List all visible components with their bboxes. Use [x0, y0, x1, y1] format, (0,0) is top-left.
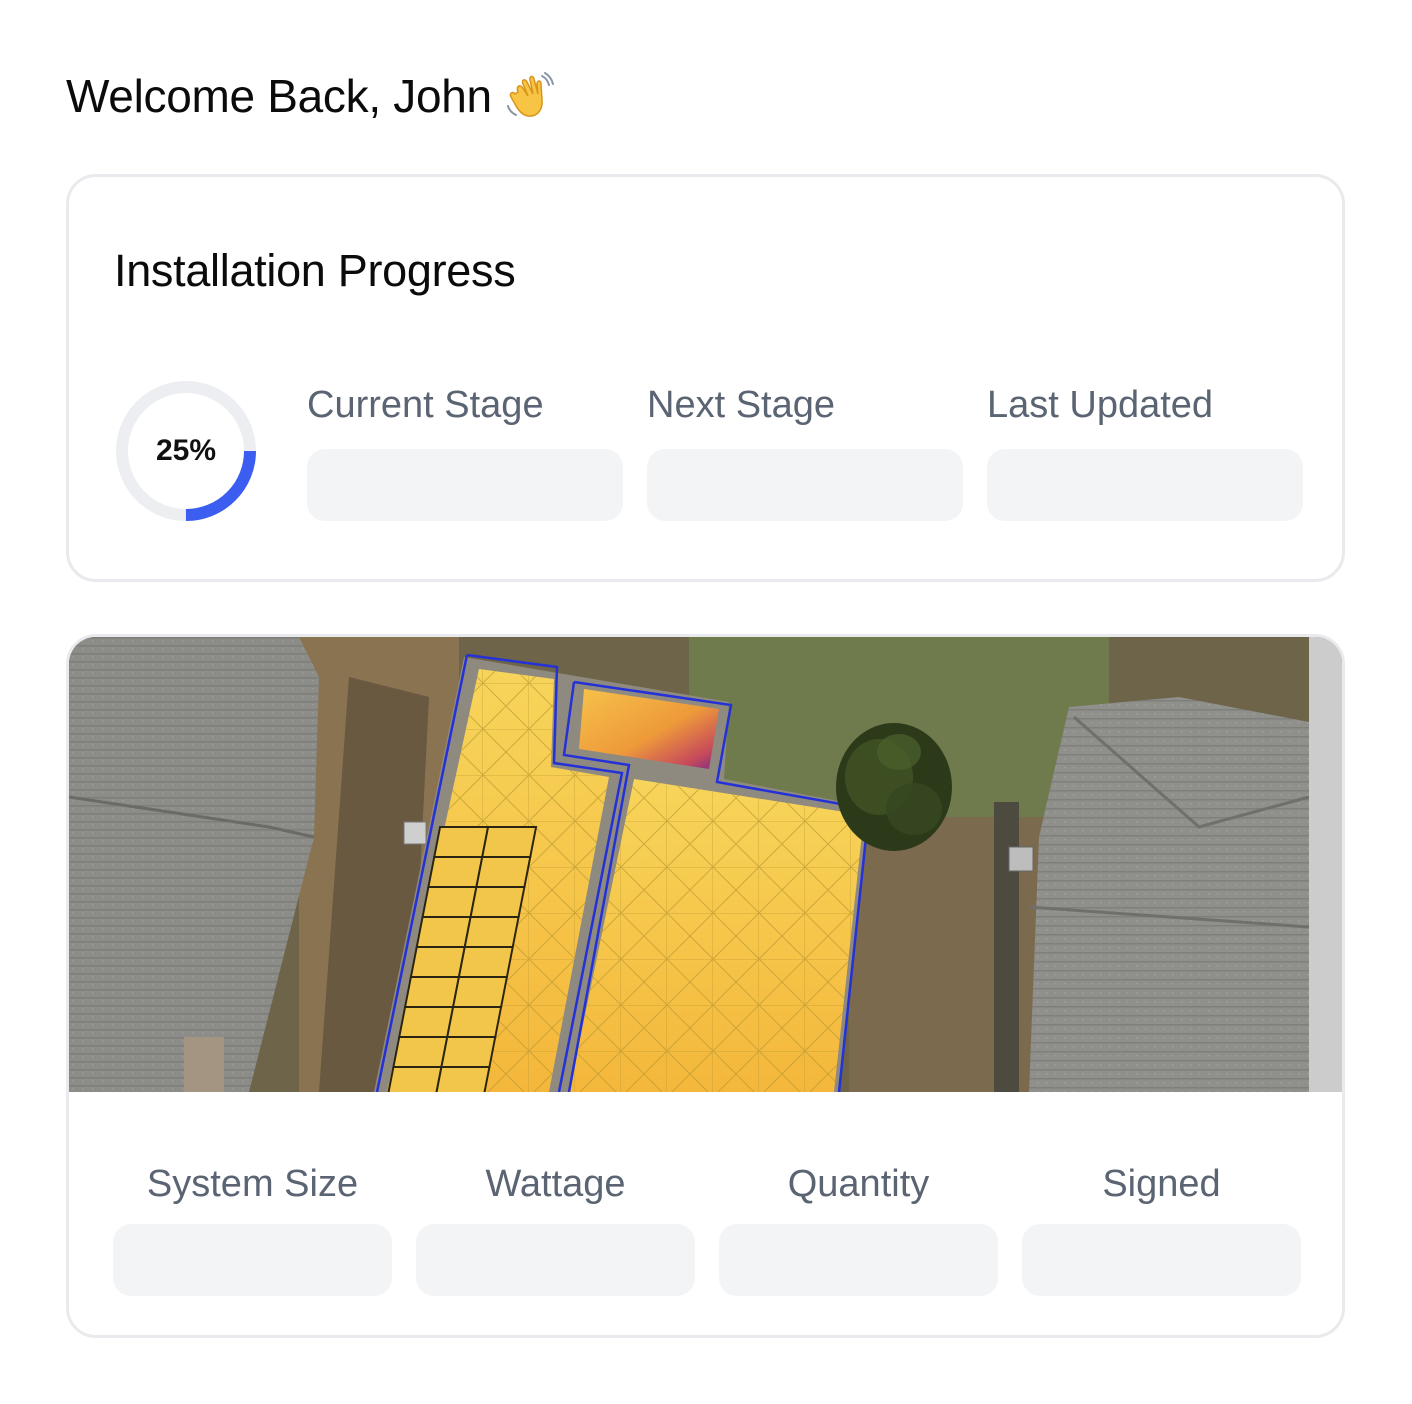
next-stage-stat: Next Stage: [647, 381, 963, 521]
solar-panel: [392, 1036, 449, 1068]
solar-panel: [469, 886, 526, 918]
system-size-stat: System Size: [113, 1160, 392, 1296]
last-updated-value: [987, 449, 1303, 521]
solar-system-card: System Size Wattage Quantity Signed: [66, 634, 1345, 1338]
solar-panel: [386, 1066, 443, 1092]
solar-panel: [409, 946, 466, 978]
current-stage-stat: Current Stage: [307, 381, 623, 521]
solar-panel: [481, 826, 538, 858]
solar-panel: [440, 1036, 497, 1068]
welcome-text: Welcome Back, John: [66, 70, 492, 122]
roof-satellite-map: [69, 637, 1342, 1092]
wattage-label: Wattage: [485, 1163, 626, 1205]
solar-panel: [434, 1066, 491, 1092]
signed-stat: Signed: [1022, 1160, 1301, 1296]
wattage-stat: Wattage: [416, 1160, 695, 1296]
quantity-label: Quantity: [787, 1163, 930, 1205]
progress-percent: 25%: [155, 434, 217, 467]
solar-panel: [463, 916, 520, 948]
waving-hand-icon: [506, 72, 554, 117]
system-size-label: System Size: [146, 1163, 359, 1205]
solar-panel: [446, 1006, 503, 1038]
welcome-heading: Welcome Back, John: [66, 66, 556, 126]
system-size-value: [113, 1224, 392, 1296]
current-stage-label: Current Stage: [307, 384, 544, 426]
signed-label: Signed: [1102, 1163, 1221, 1205]
solar-panel: [475, 856, 532, 888]
solar-panel: [457, 946, 514, 978]
quantity-value: [719, 1224, 998, 1296]
card-title: Installation Progress: [114, 245, 516, 296]
quantity-stat: Quantity: [719, 1160, 998, 1296]
signed-value: [1022, 1224, 1301, 1296]
wattage-value: [416, 1224, 695, 1296]
solar-panel: [421, 886, 478, 918]
next-stage-value: [647, 449, 963, 521]
next-stage-label: Next Stage: [647, 384, 835, 426]
solar-panel: [403, 976, 461, 1008]
solar-panel: [427, 856, 484, 888]
solar-panel: [433, 826, 490, 858]
last-updated-stat: Last Updated: [987, 381, 1303, 521]
installation-progress-card: Installation Progress 25% Current Stage …: [66, 174, 1345, 582]
solar-panel: [451, 976, 509, 1008]
current-stage-value: [307, 449, 623, 521]
solar-panel: [415, 916, 472, 948]
solar-panel: [398, 1006, 455, 1038]
tree: [836, 723, 952, 851]
last-updated-label: Last Updated: [987, 384, 1214, 426]
